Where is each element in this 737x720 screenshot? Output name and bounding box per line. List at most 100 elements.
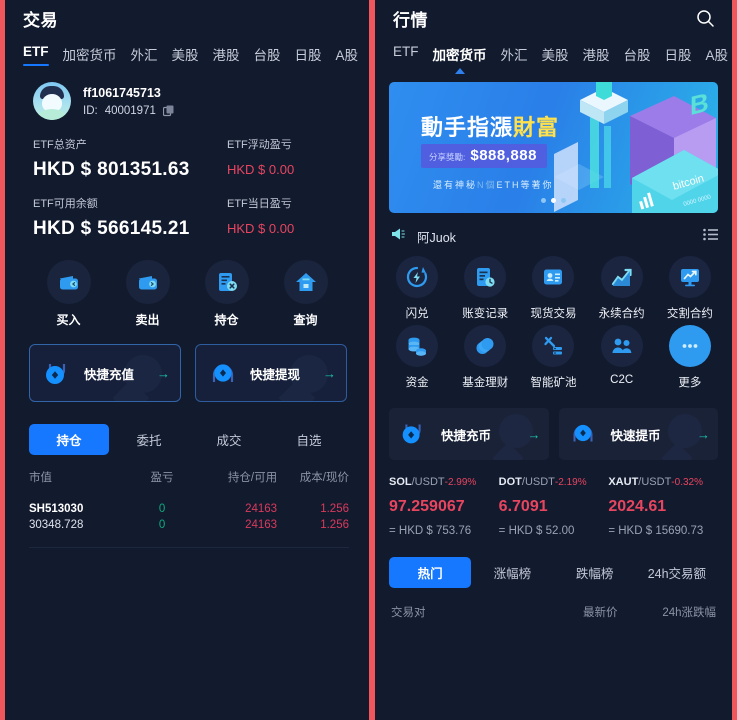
tab-hk-stocks[interactable]: 港股 (213, 44, 240, 71)
floating-pnl-label: ETF浮动盈亏 (227, 139, 292, 151)
tab-hk-stocks[interactable]: 港股 (583, 44, 610, 71)
ranktab-losers[interactable]: 跌幅榜 (554, 557, 636, 588)
subtab-positions[interactable]: 持仓 (29, 424, 109, 455)
mining-pool-icon (532, 325, 575, 367)
tab-us-stocks[interactable]: 美股 (542, 44, 569, 71)
cell-cost: 1.256 (320, 503, 349, 515)
ticker-pair: DOT/USDT-2.19% (498, 476, 587, 488)
feature-funds[interactable]: 资金 (384, 325, 450, 390)
tab-tw-stocks[interactable]: 台股 (254, 44, 281, 71)
ranktab-volume[interactable]: 24h交易额 (636, 557, 718, 588)
feature-fund-wealth[interactable]: 基金理财 (452, 325, 518, 390)
tab-etf[interactable]: ETF (23, 44, 49, 66)
feature-perpetual[interactable]: 永续合约 (589, 256, 655, 321)
right-quick-cards: 快捷充币 → 快速提币 → (375, 394, 732, 460)
table-row[interactable]: 30348.728 0 24163 1.256 (29, 519, 349, 531)
feature-c2c[interactable]: C2C (589, 325, 655, 390)
query-button[interactable]: 查询 (275, 260, 337, 328)
subtab-watchlist[interactable]: 自选 (269, 424, 349, 455)
col-pair: 交易对 (391, 607, 426, 619)
account-history-icon (464, 256, 507, 298)
daily-pnl-label: ETF当日盈亏 (227, 198, 292, 210)
feature-flash-swap[interactable]: 闪兑 (384, 256, 450, 321)
quick-deposit-card[interactable]: 快捷充值 → (29, 344, 181, 402)
quick-deposit-label: 快捷充值 (84, 367, 135, 382)
sell-button[interactable]: 卖出 (117, 260, 179, 328)
page-title-trade: 交易 (23, 10, 58, 30)
cell-market-value: 30348.728 (29, 519, 84, 531)
feature-mining-pool[interactable]: 智能矿池 (520, 325, 586, 390)
ranktab-hot[interactable]: 热门 (389, 557, 472, 588)
available-balance-value: HKD $ 566145.21 (33, 218, 190, 239)
ticker-pair: SOL/USDT-2.99% (389, 476, 477, 488)
account-id-label: ID: (83, 104, 98, 117)
tab-jp-stocks[interactable]: 日股 (295, 44, 322, 71)
account-id-row: ID: 40001971 (83, 105, 175, 117)
home-query-icon (283, 260, 328, 304)
copy-icon[interactable] (162, 105, 175, 117)
ticker-pair: XAUT/USDT-0.32% (608, 476, 703, 488)
quick-withdraw-card[interactable]: 快捷提现 → (195, 344, 347, 402)
tab-us-stocks[interactable]: 美股 (172, 44, 199, 71)
tab-forex[interactable]: 外汇 (501, 44, 528, 71)
tab-a-stocks[interactable]: A股 (706, 44, 729, 71)
subtab-fills[interactable]: 成交 (189, 424, 269, 455)
tab-forex[interactable]: 外汇 (131, 44, 158, 71)
quick-deposit-coin-label: 快捷充币 (441, 428, 492, 443)
promo-banner[interactable]: B bitcoin 0000 0000 動手指漲財富 分享獎勵: $888,88… (389, 82, 718, 213)
banner-carousel-dots[interactable] (541, 198, 566, 203)
ticker-converted: = HKD $ 753.76 (389, 525, 472, 537)
feature-spot-trade[interactable]: 现货交易 (520, 256, 586, 321)
subtab-orders[interactable]: 委托 (109, 424, 189, 455)
cell-available: 24163 (245, 519, 278, 531)
tab-crypto[interactable]: 加密货币 (63, 44, 117, 71)
search-icon[interactable] (692, 5, 718, 31)
tab-etf[interactable]: ETF (393, 44, 419, 66)
list-menu-icon[interactable] (703, 228, 718, 246)
action-buttons: 买入 卖出 持仓 查询 (5, 254, 369, 328)
banner-chip-label: 分享獎勵: (429, 152, 466, 162)
more-dots-icon (668, 325, 711, 367)
col-position-available: 持仓/可用 (227, 472, 278, 484)
banner-reward-chip: 分享獎勵: $888,888 (421, 144, 547, 168)
megaphone-icon (391, 227, 408, 246)
arrow-right-icon: → (157, 365, 170, 381)
position-button[interactable]: 持仓 (196, 260, 258, 328)
tab-jp-stocks[interactable]: 日股 (665, 44, 692, 71)
quick-withdraw-coin-card[interactable]: 快速提币 → (558, 408, 718, 460)
sell-label: 卖出 (135, 313, 160, 327)
chevron-up-icon (454, 68, 465, 74)
left-market-tabs[interactable]: ETF 加密货币 外汇 美股 港股 台股 日股 A股 (5, 36, 369, 74)
feature-futures[interactable]: 交割合约 (657, 256, 723, 321)
right-market-tabs[interactable]: ETF 加密货币 外汇 美股 港股 台股 日股 A股 (375, 36, 732, 74)
tab-a-stocks[interactable]: A股 (336, 44, 359, 71)
balance-grid: ETF总资产 HKD $ 801351.63 ETF浮动盈亏 HKD $ 0.0… (5, 126, 369, 240)
banner-headline: 動手指漲財富 (421, 115, 560, 140)
ticker-change: -2.99% (444, 477, 477, 488)
perpetual-chart-icon (600, 256, 643, 298)
feature-label: 永续合约 (598, 308, 645, 320)
quick-withdraw-coin-label: 快速提币 (610, 428, 661, 443)
total-assets-label: ETF总资产 (33, 139, 87, 151)
people-icon (600, 325, 643, 367)
feature-account-history[interactable]: 账变记录 (452, 256, 518, 321)
left-quick-cards: 快捷充值 → 快捷提现 → (5, 328, 369, 402)
table-row[interactable]: SH513030 0 24163 1.256 (29, 503, 349, 515)
quick-deposit-coin-card[interactable]: 快捷充币 → (389, 408, 549, 460)
tab-tw-stocks[interactable]: 台股 (624, 44, 651, 71)
ticker-sol[interactable]: SOL/USDT-2.99% 97.259067 = HKD $ 753.76 (389, 476, 499, 537)
buy-button[interactable]: 买入 (38, 260, 100, 328)
ticker-dot[interactable]: DOT/USDT-2.19% 6.7091 = HKD $ 52.00 (499, 476, 609, 537)
notice-bar[interactable]: 阿Juok (375, 213, 732, 246)
tab-underline (23, 63, 49, 66)
position-label: 持仓 (214, 313, 239, 327)
tab-crypto[interactable]: 加密货币 (433, 44, 487, 74)
ticker-xaut[interactable]: XAUT/USDT-0.32% 2024.61 = HKD $ 15690.73 (608, 476, 718, 537)
banner-chip-amount: $888,888 (470, 147, 537, 164)
ranktab-gainers[interactable]: 涨幅榜 (471, 557, 553, 588)
withdraw-token-icon (206, 356, 240, 390)
feature-more[interactable]: 更多 (657, 325, 723, 390)
feature-grid-row: 闪兑 账变记录 现货交易 永续合约 交割合约 (383, 256, 724, 321)
balance-row: ETF总资产 HKD $ 801351.63 ETF浮动盈亏 HKD $ 0.0… (33, 136, 347, 181)
cell-pnl: 0 (158, 503, 166, 515)
